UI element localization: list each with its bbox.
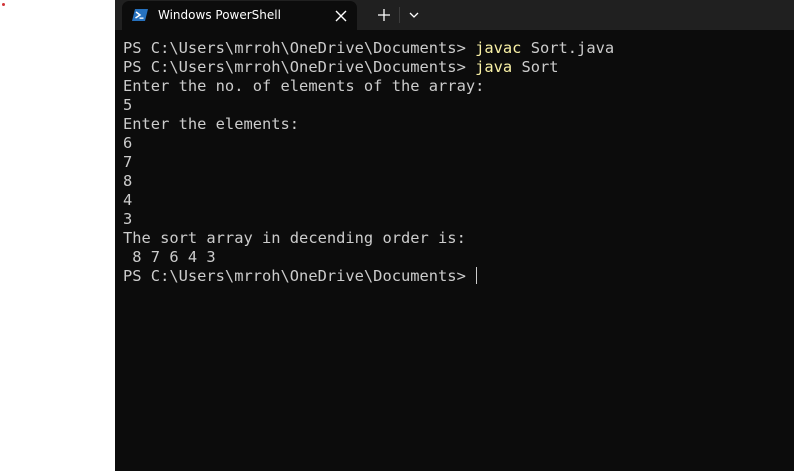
tab-title: Windows PowerShell <box>158 8 281 22</box>
terminal-line: 4 <box>123 191 133 209</box>
close-icon[interactable] <box>333 8 349 24</box>
command: java <box>475 58 513 76</box>
chevron-down-icon[interactable] <box>406 7 422 23</box>
terminal-line: 6 <box>123 134 133 152</box>
prompt: PS C:\Users\mrroh\OneDrive\Documents> <box>123 39 476 57</box>
terminal-output[interactable]: PS C:\Users\mrroh\OneDrive\Documents> ja… <box>123 39 783 286</box>
titlebar-divider <box>399 7 400 23</box>
text-cursor <box>476 267 478 284</box>
command-args: Sort <box>512 58 559 76</box>
prompt: PS C:\Users\mrroh\OneDrive\Documents> <box>123 267 476 285</box>
tab-windows-powershell[interactable]: Windows PowerShell <box>122 1 357 30</box>
terminal-line: PS C:\Users\mrroh\OneDrive\Documents> ja… <box>123 39 783 58</box>
desktop-red-dot <box>2 3 5 6</box>
terminal-window: Windows PowerShell PS C:\Users\mrroh\One… <box>115 0 794 471</box>
terminal-line: 5 <box>123 96 133 114</box>
command: javac <box>475 39 522 57</box>
terminal-line: 7 <box>123 153 133 171</box>
terminal-line: 3 <box>123 210 133 228</box>
command-args: Sort.java <box>521 39 615 57</box>
terminal-line: 8 <box>123 172 133 190</box>
terminal-line: 8 7 6 4 3 <box>123 248 216 266</box>
terminal-line: The sort array in decending order is: <box>123 229 466 247</box>
terminal-line: PS C:\Users\mrroh\OneDrive\Documents> <box>123 267 783 286</box>
terminal-line: Enter the no. of elements of the array: <box>123 77 485 95</box>
powershell-icon <box>132 9 148 21</box>
terminal-line: PS C:\Users\mrroh\OneDrive\Documents> ja… <box>123 58 783 77</box>
plus-icon[interactable] <box>375 6 393 24</box>
prompt: PS C:\Users\mrroh\OneDrive\Documents> <box>123 58 476 76</box>
title-bar: Windows PowerShell <box>115 0 794 30</box>
desktop: Windows PowerShell PS C:\Users\mrroh\One… <box>0 0 794 471</box>
terminal-line: Enter the elements: <box>123 115 300 133</box>
